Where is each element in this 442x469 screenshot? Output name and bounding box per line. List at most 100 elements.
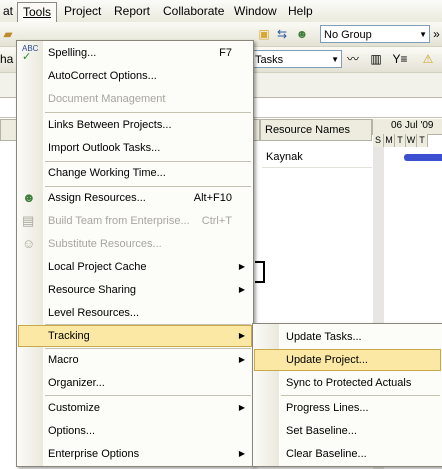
menu-item-label: Document Management bbox=[48, 93, 166, 105]
menu-project[interactable]: Project bbox=[61, 3, 104, 19]
menu-item-progress-lines[interactable]: Progress Lines... bbox=[254, 397, 441, 419]
menu-item-sync-protected-actuals[interactable]: Sync to Protected Actuals bbox=[254, 372, 441, 394]
menu-item-autocorrect[interactable]: AutoCorrect Options... bbox=[18, 65, 252, 87]
resource-cell[interactable]: Kaynak bbox=[262, 146, 372, 168]
menu-bar: at Tools Project Report Collaborate Wind… bbox=[0, 0, 442, 23]
menu-item-label: Local Project Cache bbox=[48, 261, 147, 273]
menu-item-label: Update Tasks... bbox=[286, 331, 362, 343]
menu-item-label: Spelling... bbox=[48, 47, 97, 59]
menu-item-document-management: Document Management bbox=[18, 88, 252, 110]
menu-item-label: Organizer... bbox=[48, 377, 105, 389]
timescale-day: T bbox=[395, 134, 406, 147]
menu-item-update-tasks[interactable]: Update Tasks... bbox=[254, 326, 441, 348]
build-team-icon: ▤ bbox=[22, 213, 35, 228]
menu-tools-label: Tools bbox=[23, 5, 52, 19]
menu-item-label: Enterprise Options bbox=[48, 448, 140, 460]
task-information-icon[interactable]: ⇆ bbox=[274, 26, 290, 42]
assign-resources-toolbar-icon[interactable]: ☻ bbox=[294, 26, 310, 42]
menu-item-substitute-resources: ☺ Substitute Resources... bbox=[18, 233, 252, 255]
cell-selection-fragment bbox=[255, 261, 265, 283]
menu-separator bbox=[45, 112, 251, 113]
menu-item-clear-baseline[interactable]: Clear Baseline... bbox=[254, 443, 441, 465]
resource-chart-icon[interactable]: ▥ bbox=[368, 51, 384, 67]
menu-item-organizer[interactable]: Organizer... bbox=[18, 372, 252, 394]
tools-menu: ABC ✓ Spelling... F7 AutoCorrect Options.… bbox=[16, 40, 254, 467]
menu-item-options[interactable]: Options... bbox=[18, 420, 252, 442]
gantt-task-bar[interactable] bbox=[404, 154, 442, 161]
menu-item-shortcut: Ctrl+T bbox=[201, 215, 232, 227]
menu-collaborate[interactable]: Collaborate bbox=[160, 3, 227, 19]
menu-help[interactable]: Help bbox=[285, 3, 316, 19]
menu-item-enterprise-options[interactable]: Enterprise Options ▶ bbox=[18, 443, 252, 465]
menu-item-label: Clear Baseline... bbox=[286, 448, 367, 460]
menu-item-resource-sharing[interactable]: Resource Sharing ▶ bbox=[18, 279, 252, 301]
filter-combo[interactable]: Tasks ▼ bbox=[252, 50, 342, 68]
submenu-arrow-icon: ▶ bbox=[238, 403, 245, 412]
menu-tools[interactable]: Tools bbox=[17, 2, 58, 22]
timescale-day: M bbox=[384, 134, 395, 147]
note-icon[interactable]: ▣ bbox=[256, 26, 272, 42]
menu-item-spelling[interactable]: ABC ✓ Spelling... F7 bbox=[18, 42, 252, 64]
tracking-submenu: Update Tasks... Update Project... Sync t… bbox=[252, 323, 442, 467]
menu-item-import-outlook-tasks[interactable]: Import Outlook Tasks... bbox=[18, 137, 252, 159]
substitute-resources-icon: ☺ bbox=[22, 236, 36, 251]
menu-item-label: Assign Resources... bbox=[48, 192, 146, 204]
submenu-arrow-icon: ▶ bbox=[238, 285, 245, 294]
menu-item-assign-resources[interactable]: ☻ Assign Resources... Alt+F10 bbox=[18, 187, 252, 209]
chevron-down-icon: ▼ bbox=[331, 55, 339, 64]
menu-item-label: Sync to Protected Actuals bbox=[286, 377, 412, 389]
menu-item-macro[interactable]: Macro ▶ bbox=[18, 349, 252, 371]
menu-item-build-team: ▤ Build Team from Enterprise... Ctrl+T bbox=[18, 210, 252, 232]
menu-item-label: Build Team from Enterprise... bbox=[48, 215, 190, 227]
timescale-day: W bbox=[406, 134, 417, 147]
menu-item-label: Update Project... bbox=[286, 354, 368, 366]
spelling-icon: ABC ✓ bbox=[22, 44, 39, 63]
menu-item-shortcut: Alt+F10 bbox=[193, 192, 232, 204]
autofilter-icon[interactable]: Y≡ bbox=[392, 51, 408, 67]
menu-item-shortcut: F7 bbox=[219, 47, 232, 59]
menu-item-set-baseline[interactable]: Set Baseline... bbox=[254, 420, 441, 442]
menu-item-label: Customize bbox=[48, 402, 100, 414]
group-by-combo[interactable]: No Group ▼ bbox=[320, 25, 430, 43]
menu-item-customize[interactable]: Customize ▶ bbox=[18, 397, 252, 419]
menu-item-label: Change Working Time... bbox=[48, 167, 166, 179]
menu-item-label: Links Between Projects... bbox=[48, 119, 172, 131]
submenu-arrow-icon: ▶ bbox=[238, 262, 245, 271]
menu-item-label: Options... bbox=[48, 425, 96, 437]
menu-item-label: Substitute Resources... bbox=[48, 238, 162, 250]
menu-report[interactable]: Report bbox=[111, 3, 153, 19]
menu-format-fragment[interactable]: at bbox=[0, 3, 16, 19]
assign-resources-icon: ☻ bbox=[22, 190, 36, 205]
menu-item-label: Import Outlook Tasks... bbox=[48, 142, 161, 154]
timescale-day: S bbox=[373, 134, 384, 147]
group-by-value: No Group bbox=[324, 29, 372, 41]
toolbar-options-icon[interactable]: » bbox=[431, 26, 442, 42]
menu-item-label: AutoCorrect Options... bbox=[48, 70, 157, 82]
chevron-down-icon: ▼ bbox=[419, 30, 427, 39]
timescale-major: 06 Jul '09 bbox=[372, 119, 442, 135]
menu-item-label: Macro bbox=[48, 354, 79, 366]
submenu-arrow-icon: ▶ bbox=[238, 355, 245, 364]
menu-separator bbox=[281, 395, 440, 396]
column-header-resource-names[interactable]: Resource Names bbox=[260, 119, 372, 141]
menu-item-update-project[interactable]: Update Project... bbox=[254, 349, 441, 371]
timescale-day: T bbox=[417, 134, 428, 147]
menu-item-links-between-projects[interactable]: Links Between Projects... bbox=[18, 114, 252, 136]
menu-item-level-resources[interactable]: Level Resources... bbox=[18, 302, 252, 324]
autofilter-graph-icon[interactable]: 〰 bbox=[345, 51, 361, 67]
menu-item-label: Tracking bbox=[48, 330, 90, 342]
open-folder-icon[interactable]: ▰ bbox=[0, 26, 16, 42]
menu-item-label: Set Baseline... bbox=[286, 425, 357, 437]
menu-item-label: Level Resources... bbox=[48, 307, 140, 319]
submenu-arrow-icon: ▶ bbox=[238, 331, 245, 340]
filter-value: Tasks bbox=[255, 54, 284, 66]
task-drivers-icon[interactable]: ⚠ bbox=[420, 51, 436, 67]
menu-item-label: Progress Lines... bbox=[286, 402, 369, 414]
submenu-arrow-icon: ▶ bbox=[238, 449, 245, 458]
menu-window[interactable]: Window bbox=[231, 3, 280, 19]
menu-item-change-working-time[interactable]: Change Working Time... bbox=[18, 162, 252, 184]
menu-item-label: Resource Sharing bbox=[48, 284, 137, 296]
menu-item-local-project-cache[interactable]: Local Project Cache ▶ bbox=[18, 256, 252, 278]
font-combo-fragment[interactable]: ha bbox=[0, 52, 13, 66]
menu-item-tracking[interactable]: Tracking ▶ bbox=[18, 325, 252, 347]
